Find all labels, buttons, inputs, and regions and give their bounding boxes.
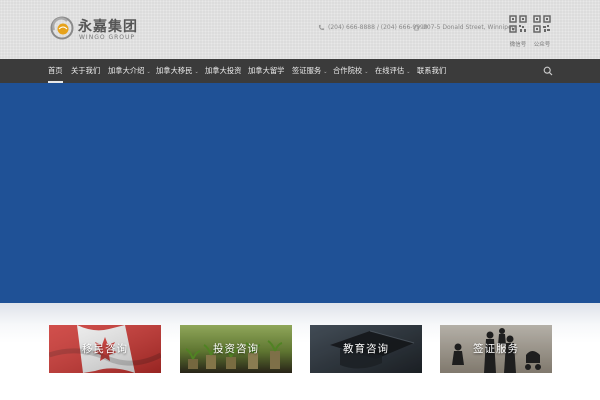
nav-item-contact[interactable]: 联系我们 <box>417 59 446 83</box>
qr-public-label: 公众号 <box>533 42 551 48</box>
nav-item-visa[interactable]: 签证服务 ⌄ <box>292 59 327 83</box>
qr-public[interactable]: 公众号 <box>533 15 551 48</box>
nav-item-label: 加拿大移民 <box>156 66 193 75</box>
nav-item-label: 加拿大留学 <box>248 66 285 75</box>
nav-item-assessment[interactable]: 在线评估 ⌄ <box>375 59 410 83</box>
service-card-label: 签证服务 <box>473 343 519 355</box>
nav-item-label: 加拿大介绍 <box>108 66 145 75</box>
contact-address-text: 207-5 Donald Street, Winnipeg <box>423 24 516 31</box>
nav-item-about[interactable]: 关于我们 <box>71 59 100 83</box>
nav-item-immigration[interactable]: 加拿大移民 ⌄ <box>156 59 199 83</box>
service-card-label: 移民咨询 <box>82 343 128 355</box>
home-icon <box>413 24 420 31</box>
nav-item-label: 关于我们 <box>71 66 101 75</box>
brand-name-en: WINGO GROUP <box>79 34 136 41</box>
main-nav: 首页 关于我们 加拿大介绍 ⌄ 加拿大移民 ⌄ 加拿大投资 加拿大留学 签证服务 ⌄ … <box>0 59 600 83</box>
phone-icon <box>318 24 325 31</box>
service-card-education[interactable]: 教育咨询 <box>310 325 422 373</box>
qr-wechat-label: 微信号 <box>509 42 527 48</box>
qr-code-icon <box>509 15 527 33</box>
service-card-visa[interactable]: 签证服务 <box>440 325 552 373</box>
chevron-down-icon: ⌄ <box>146 69 151 75</box>
nav-item-label: 首页 <box>48 66 63 75</box>
chevron-down-icon: ⌄ <box>406 69 411 75</box>
nav-item-label: 在线评估 <box>375 66 405 75</box>
nav-item-label: 合作院校 <box>333 66 363 75</box>
service-card-immigration[interactable]: 移民咨询 <box>49 325 161 373</box>
logo-mark-icon <box>50 16 74 40</box>
nav-item-partner-schools[interactable]: 合作院校 ⌄ <box>333 59 368 83</box>
service-card-label: 投资咨询 <box>213 343 259 355</box>
logo[interactable]: 永嘉集团 WINGO GROUP <box>50 14 160 46</box>
nav-item-canada-intro[interactable]: 加拿大介绍 ⌄ <box>108 59 151 83</box>
site-header: 永嘉集团 WINGO GROUP (204) 666-8888 / (204) … <box>0 0 600 59</box>
qr-wechat[interactable]: 微信号 <box>509 15 527 48</box>
nav-item-home[interactable]: 首页 <box>48 59 63 83</box>
nav-item-label: 加拿大投资 <box>205 66 242 75</box>
service-card-investment[interactable]: 投资咨询 <box>180 325 292 373</box>
chevron-down-icon: ⌄ <box>323 69 328 75</box>
chevron-down-icon: ⌄ <box>364 69 369 75</box>
search-icon[interactable] <box>543 66 553 76</box>
nav-item-study[interactable]: 加拿大留学 <box>248 59 284 83</box>
service-card-label: 教育咨询 <box>343 343 389 355</box>
nav-item-investment[interactable]: 加拿大投资 <box>205 59 241 83</box>
chevron-down-icon: ⌄ <box>194 69 199 75</box>
qr-code-icon <box>533 15 551 33</box>
contact-phone: (204) 666-8888 / (204) 666-9999 <box>318 24 428 31</box>
brand-name-cn: 永嘉集团 <box>78 19 138 35</box>
nav-item-label: 联系我们 <box>417 66 447 75</box>
hero-banner <box>0 83 600 303</box>
contact-address: 207-5 Donald Street, Winnipeg <box>413 24 516 31</box>
nav-item-label: 签证服务 <box>292 66 322 75</box>
